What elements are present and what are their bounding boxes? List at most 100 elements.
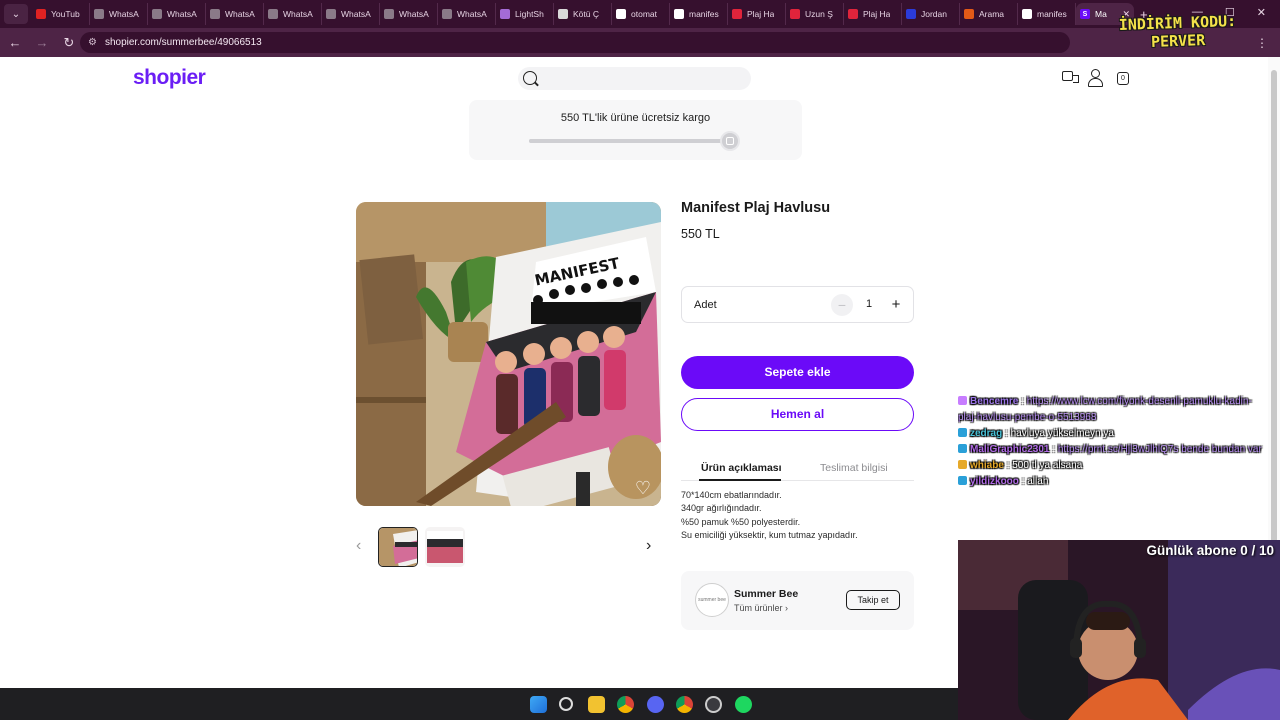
browser-tab[interactable]: WhatsA — [438, 3, 496, 25]
shopier-logo[interactable]: shopier — [133, 66, 206, 90]
back-button[interactable]: ← — [3, 35, 27, 50]
reload-button[interactable]: ↻ — [57, 35, 81, 51]
tab-search-button[interactable]: ⌄ — [4, 4, 28, 24]
bookmark-icon — [790, 9, 800, 19]
tab-product-description[interactable]: Ürün açıklaması — [699, 462, 782, 481]
browser-tab[interactable]: Kötü Ç — [554, 3, 612, 25]
tab-title: WhatsA — [109, 9, 139, 19]
globe-icon — [152, 9, 162, 19]
box-icon — [720, 131, 740, 151]
spotify-icon[interactable] — [735, 696, 752, 713]
quantity-decrease-button[interactable]: − — [831, 294, 853, 316]
product-thumbnail-1[interactable] — [378, 527, 418, 567]
browser-tab[interactable]: otomat — [612, 3, 670, 25]
browser-tab[interactable]: manifes — [670, 3, 728, 25]
product-price: 550 TL — [681, 227, 720, 241]
globe-icon — [94, 9, 104, 19]
quantity-increase-button[interactable]: + — [885, 294, 907, 316]
favorite-heart-icon[interactable]: ♡ — [633, 478, 653, 498]
follow-button[interactable]: Takip et — [846, 590, 900, 610]
chat-text: havluya yükselmeyn ya — [1010, 428, 1114, 439]
browser-tab[interactable]: WhatsA — [206, 3, 264, 25]
youtube-icon — [36, 9, 46, 19]
chat-badge-icon — [958, 396, 967, 405]
quantity-value: 1 — [866, 298, 873, 310]
image-icon — [558, 9, 568, 19]
browser-tab[interactable]: WhatsA — [90, 3, 148, 25]
chrome-icon[interactable] — [676, 696, 693, 713]
description-line: 340gr ağırlığındadır. — [681, 503, 762, 514]
windows-start-icon[interactable] — [530, 696, 547, 713]
free-shipping-progress — [529, 139, 730, 143]
chevron-left-icon[interactable]: ‹ — [356, 537, 370, 557]
browser-tab[interactable]: Arama — [960, 3, 1018, 25]
globe-icon — [442, 9, 452, 19]
chat-message: Bencemre : https://www.lcw.com/fiyonk-de… — [958, 394, 1268, 426]
product-thumbnail-2[interactable] — [425, 527, 465, 567]
seller-card: summer bee Summer Bee Tüm ürünler › Taki… — [681, 571, 914, 630]
daily-subscriber-goal: Günlük abone 0 / 10 — [1146, 543, 1274, 558]
browser-tab[interactable]: LightSh — [496, 3, 554, 25]
discord-icon[interactable] — [647, 696, 664, 713]
chat-text: https://prnt.sc/Hjl3wJlhlQ7s bende bunda… — [1057, 444, 1262, 455]
browser-tab[interactable]: WhatsA — [380, 3, 438, 25]
product-description: 70*140cm ebatlarındadır. 340gr ağırlığın… — [681, 489, 858, 542]
chat-badge-icon — [958, 428, 967, 437]
obs-icon[interactable] — [705, 696, 722, 713]
free-shipping-text: 550 TL'lik ürüne ücretsiz kargo — [560, 112, 711, 124]
browser-tab[interactable]: Plaj Ha — [728, 3, 786, 25]
feather-icon — [500, 9, 510, 19]
search-input[interactable] — [518, 67, 751, 90]
tab-delivery-info[interactable]: Teslimat bilgisi — [820, 462, 888, 474]
product-title: Manifest Plaj Havlusu — [681, 200, 831, 216]
tab-list: YouTub WhatsA WhatsA WhatsA WhatsA WhatsA What… — [32, 0, 1134, 28]
chat-badge-icon — [958, 444, 967, 453]
site-info-icon[interactable]: ⚙ — [88, 37, 97, 48]
close-window-button[interactable]: ✕ — [1257, 6, 1266, 19]
free-shipping-card: 550 TL'lik ürüne ücretsiz kargo — [469, 100, 802, 160]
browser-tabstrip: ⌄ YouTub WhatsA WhatsA WhatsA WhatsA WhatsA Wh… — [0, 0, 1280, 28]
browser-tab[interactable]: Uzun Ş — [786, 3, 844, 25]
search-icon[interactable] — [559, 697, 573, 711]
add-to-cart-button[interactable]: Sepete ekle — [681, 356, 914, 389]
chat-message: whiabe : 500 tl ya alsana — [958, 458, 1268, 474]
shopier-favicon: S — [1080, 9, 1090, 19]
browser-tab[interactable]: manifes — [1018, 3, 1076, 25]
cart-bag-icon[interactable]: 0 — [1117, 72, 1129, 85]
forward-button[interactable]: → — [30, 35, 54, 50]
account-icon[interactable] — [1087, 69, 1103, 87]
browser-tab[interactable]: WhatsA — [148, 3, 206, 25]
google-icon — [1022, 9, 1032, 19]
chat-separator: : — [1021, 476, 1025, 487]
product-image[interactable]: MANIFEST ♡ — [356, 202, 661, 506]
seller-avatar[interactable]: summer bee — [695, 583, 729, 617]
browser-tab[interactable]: Plaj Ha — [844, 3, 902, 25]
browser-tab[interactable]: WhatsA — [264, 3, 322, 25]
buy-now-button[interactable]: Hemen al — [681, 398, 914, 431]
tab-title: Arama — [979, 9, 1005, 19]
quantity-label: Adet — [694, 299, 717, 311]
chat-username: whiabe — [970, 460, 1004, 471]
shipping-truck-icon[interactable] — [1062, 71, 1079, 83]
chat-username: Bencemre — [970, 396, 1019, 407]
browser-tab[interactable]: Jordan — [902, 3, 960, 25]
address-bar[interactable]: ⚙ shopier.com/summerbee/49066513 — [80, 32, 1070, 53]
google-icon — [674, 9, 684, 19]
browser-tab[interactable]: WhatsA — [322, 3, 380, 25]
chrome-icon[interactable] — [617, 696, 634, 713]
google-icon — [616, 9, 626, 19]
tab-title: LightSh — [515, 9, 544, 19]
tab-title: WhatsA — [167, 9, 197, 19]
tab-title: WhatsA — [399, 9, 429, 19]
all-products-link[interactable]: Tüm ürünler › — [734, 603, 788, 613]
product-detail-tabs: Ürün açıklaması Teslimat bilgisi — [681, 459, 914, 481]
chat-username: yildizkooo — [970, 476, 1019, 487]
chevron-right-icon[interactable]: › — [646, 537, 660, 557]
file-explorer-icon[interactable] — [588, 696, 605, 713]
seller-name[interactable]: Summer Bee — [734, 588, 798, 600]
chat-username: zedrag — [970, 428, 1003, 439]
chevron-right-icon: › — [785, 603, 789, 613]
beach-towel-illustration: MANIFEST — [356, 202, 661, 506]
tab-title: WhatsA — [283, 9, 313, 19]
browser-tab[interactable]: YouTub — [32, 3, 90, 25]
